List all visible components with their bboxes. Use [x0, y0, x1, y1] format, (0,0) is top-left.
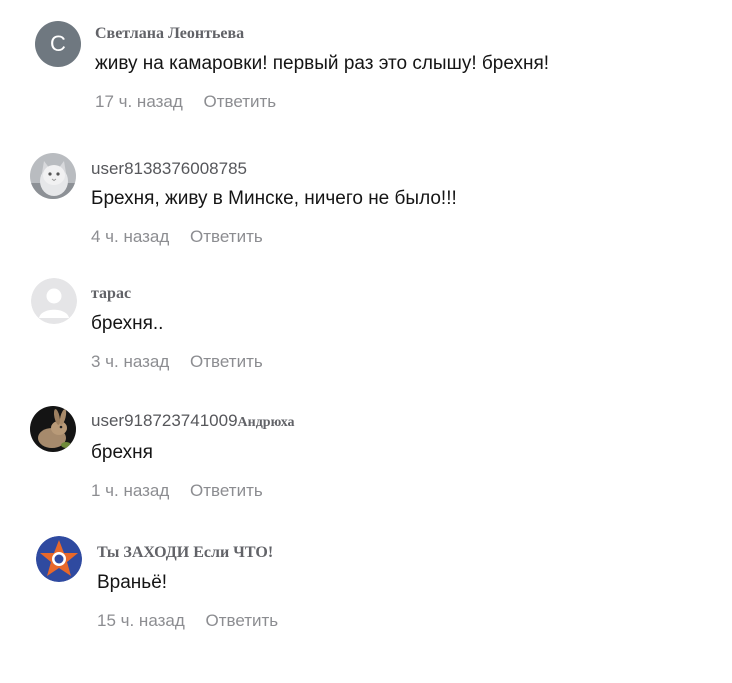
comment-time: 3 ч. назад	[91, 352, 170, 371]
comment-time: 15 ч. назад	[97, 611, 185, 630]
comment-author[interactable]: user8138376008785	[91, 159, 457, 179]
author-nickname: Андрюха	[237, 415, 295, 430]
comment-time: 4 ч. назад	[91, 227, 170, 246]
comment-author[interactable]: тарас	[91, 284, 263, 304]
reply-button[interactable]: Ответить	[190, 481, 263, 500]
reply-button[interactable]: Ответить	[206, 611, 279, 630]
rabbit-photo-icon[interactable]	[30, 406, 76, 452]
reply-button[interactable]: Ответить	[190, 352, 263, 371]
comment-text: живу на камаровки! первый раз это слышу!…	[95, 53, 550, 74]
default-user-icon[interactable]	[31, 278, 77, 324]
star-emblem-icon[interactable]	[36, 536, 82, 582]
comment-text: Брехня, живу в Минске, ничего не было!!!	[91, 188, 457, 209]
comment-item: user8138376008785 Брехня, живу в Минске,…	[0, 150, 732, 260]
comment-author[interactable]: Ты ЗАХОДИ Если ЧТО!	[97, 543, 278, 563]
comment-time: 1 ч. назад	[91, 481, 170, 500]
reply-button[interactable]: Ответить	[204, 92, 277, 111]
comment-item: С Светлана Леонтьева живу на камаровки! …	[0, 18, 732, 128]
comment-time: 17 ч. назад	[95, 92, 183, 111]
cat-photo-icon[interactable]	[30, 153, 76, 199]
comment-text: брехня	[91, 442, 153, 463]
comment-item: тарас брехня.. 3 ч. назад Ответить	[0, 278, 732, 388]
comment-item: user918723741009Андрюха брехня 1 ч. наза…	[0, 404, 732, 514]
comment-author[interactable]: user918723741009Андрюха	[91, 411, 295, 433]
author-username: user918723741009	[91, 411, 238, 430]
avatar[interactable]: С	[35, 21, 81, 67]
reply-button[interactable]: Ответить	[190, 227, 263, 246]
comment-item: Ты ЗАХОДИ Если ЧТО! Враньё! 15 ч. назад …	[0, 536, 732, 646]
comment-author[interactable]: Светлана Леонтьева	[95, 24, 549, 44]
comment-text: Враньё!	[97, 572, 168, 593]
comment-text: брехня..	[91, 313, 164, 334]
